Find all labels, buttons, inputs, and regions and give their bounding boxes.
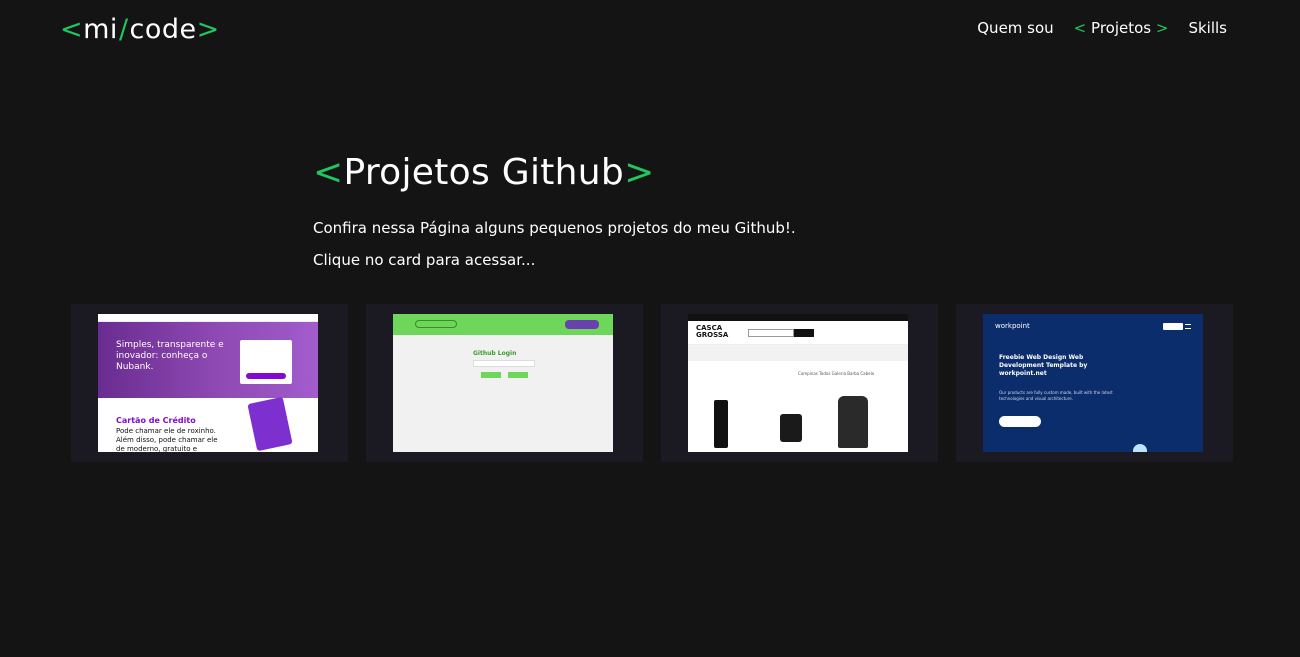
project-card-github-login[interactable]: Github Login — [366, 304, 643, 462]
thumb-hero: Simples, transparente e inovador: conheç… — [98, 322, 318, 398]
thumb-header: CASCA GROSSA — [688, 321, 908, 345]
thumb-section-text: Pode chamar ele de roxinho. Além disso, … — [116, 427, 218, 452]
thumb-logo — [415, 320, 457, 328]
logo-right-text: code — [129, 14, 197, 45]
logo-left-text: mi — [83, 14, 118, 45]
project-thumbnail-workpoint: workpoint Freebie Web Design Web Develop… — [983, 314, 1203, 452]
project-thumbnail-casca-grossa: CASCA GROSSA Campinas Todos Galeria Barb… — [688, 314, 908, 452]
thumb-button-1 — [481, 372, 501, 378]
project-card-nubank[interactable]: Simples, transparente e inovador: conheç… — [71, 304, 348, 462]
product-chair — [838, 396, 868, 448]
thumb-hero-text: Simples, transparente e inovador: conheç… — [116, 340, 224, 372]
thumb-form-box — [240, 340, 292, 384]
project-thumbnail-github-login: Github Login — [393, 314, 613, 452]
project-thumbnail-nubank: Simples, transparente e inovador: conheç… — [98, 314, 318, 452]
thumb-title: Freebie Web Design Web Development Templ… — [999, 354, 1088, 377]
thumb-section-title: Cartão de Crédito — [116, 416, 196, 425]
site-logo[interactable]: < mi / code > — [60, 14, 220, 45]
thumb-form-button — [246, 373, 286, 379]
project-card-workpoint[interactable]: workpoint Freebie Web Design Web Develop… — [956, 304, 1233, 462]
projects-grid: Simples, transparente e inovador: conheç… — [71, 304, 1233, 462]
thumb-topbar — [688, 314, 908, 321]
nav-projetos-close-bracket: > — [1155, 19, 1169, 37]
thumb-search — [748, 329, 794, 337]
nav-projetos[interactable]: < Projetos > — [1074, 19, 1169, 37]
thumb-brand: CASCA GROSSA — [696, 324, 729, 339]
intro-section: <Projetos Github> Confira nessa Página a… — [313, 152, 1013, 269]
thumb-decoration — [1133, 444, 1147, 452]
nav-skills[interactable]: Skills — [1188, 19, 1227, 37]
thumb-topbar — [393, 314, 613, 335]
thumb-filters: Campinas Todos Galeria Barba Cabelo — [798, 371, 875, 376]
logo-slash: / — [118, 14, 129, 45]
title-open-bracket: < — [313, 152, 344, 193]
thumb-search-button — [794, 329, 814, 337]
page-description: Confira nessa Página alguns pequenos pro… — [313, 219, 796, 237]
thumb-button — [999, 416, 1041, 427]
nav-quem-sou[interactable]: Quem sou — [977, 19, 1053, 37]
thumb-button-2 — [508, 372, 528, 378]
product-jar — [780, 414, 802, 442]
thumb-brand: workpoint — [995, 322, 1030, 330]
project-card-casca-grossa[interactable]: CASCA GROSSA Campinas Todos Galeria Barb… — [661, 304, 938, 462]
logo-close-bracket: > — [196, 14, 220, 45]
thumb-text: Our products are fully custom made, buil… — [999, 390, 1113, 401]
thumb-input — [473, 360, 535, 367]
thumb-login-title: Github Login — [473, 350, 517, 357]
logo-open-bracket: < — [60, 14, 84, 45]
thumb-lower: Cartão de Crédito Pode chamar ele de rox… — [98, 396, 318, 452]
thumb-button — [565, 320, 599, 329]
title-close-bracket: > — [624, 152, 655, 193]
nav-projetos-label: Projetos — [1091, 19, 1152, 37]
site-header: < mi / code > Quem sou < Projetos > Skil… — [0, 0, 1300, 60]
thumb-login — [1163, 323, 1183, 330]
main-nav: Quem sou < Projetos > Skills — [977, 19, 1227, 37]
thumb-topbar — [98, 314, 318, 322]
page-title: <Projetos Github> — [313, 152, 1013, 193]
page-call-to-action: Clique no card para acessar... — [313, 251, 536, 269]
menu-icon — [1185, 324, 1191, 329]
credit-card-image — [247, 396, 293, 452]
product-bottle — [714, 400, 728, 448]
thumb-breadcrumb — [688, 345, 908, 361]
nav-projetos-open-bracket: < — [1073, 19, 1087, 37]
title-text: Projetos Github — [343, 152, 625, 193]
